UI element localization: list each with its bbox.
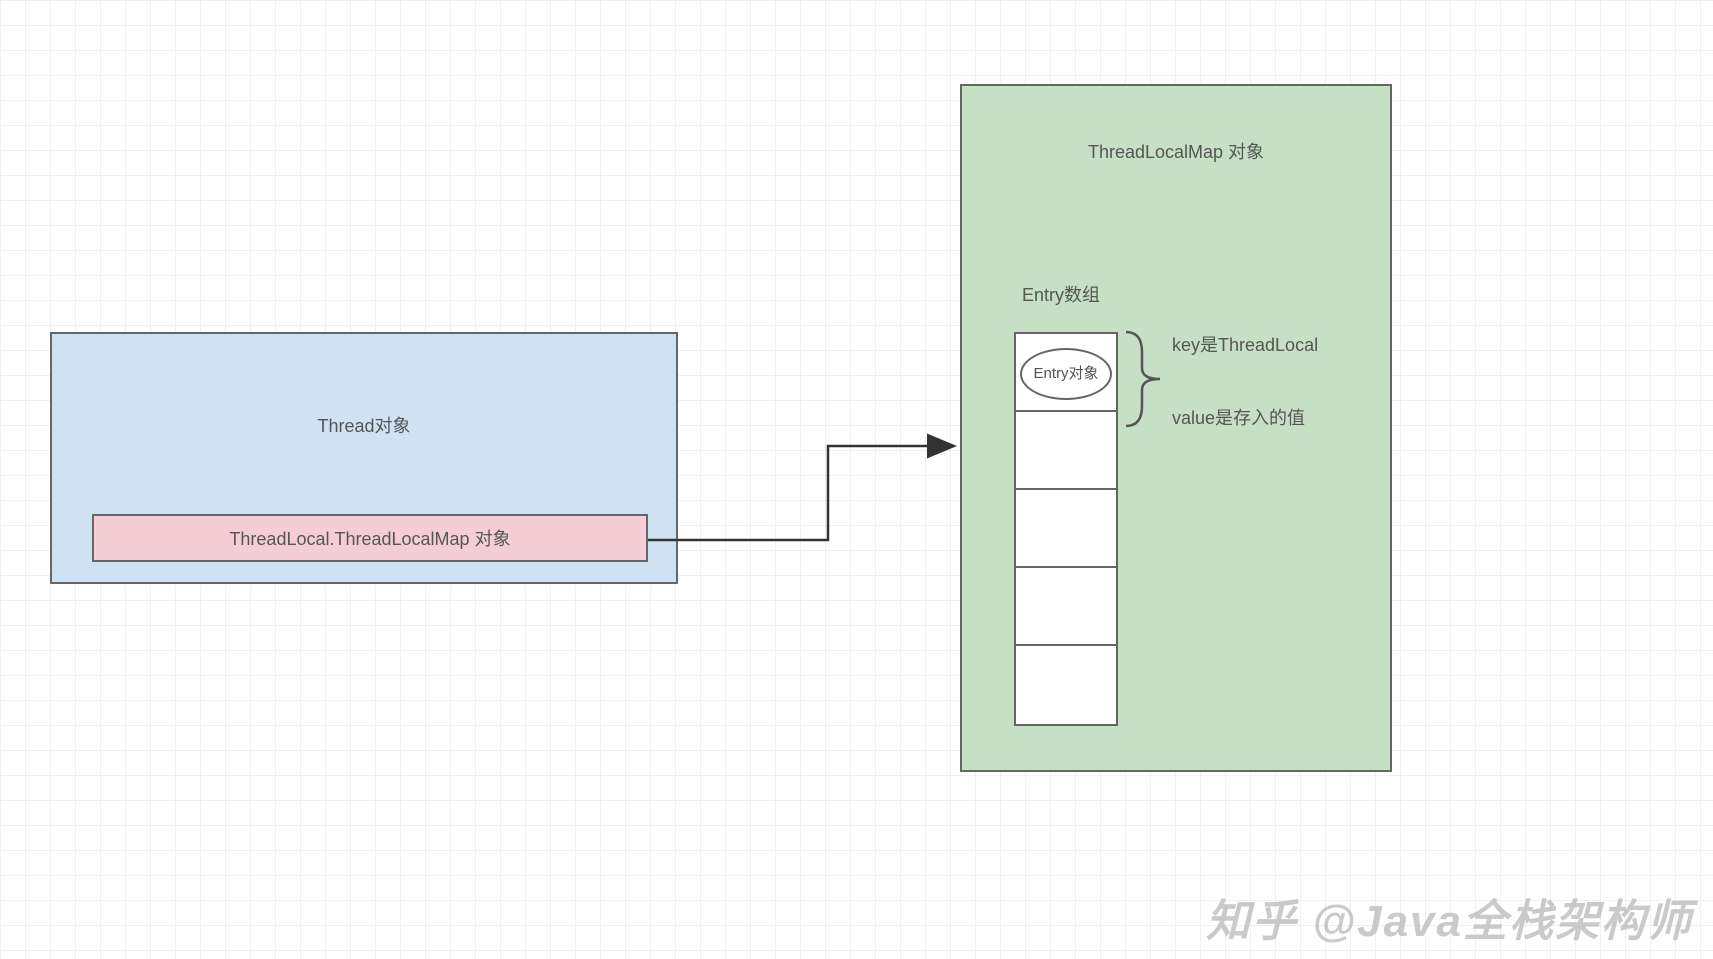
- entry-slot: [1016, 490, 1116, 568]
- thread-object-title: Thread对象: [52, 412, 676, 438]
- entry-array-table: Entry对象: [1014, 332, 1118, 726]
- threadlocalmap-object-box: ThreadLocalMap 对象 Entry数组 Entry对象 key是Th…: [960, 84, 1392, 772]
- entry-slot: Entry对象: [1016, 334, 1116, 412]
- entry-slot: [1016, 412, 1116, 490]
- entry-object-ellipse: Entry对象: [1020, 348, 1112, 400]
- threadlocalmap-title: ThreadLocalMap 对象: [962, 138, 1390, 164]
- key-description-label: key是ThreadLocal: [1172, 331, 1318, 357]
- value-description-label: value是存入的值: [1172, 404, 1305, 430]
- thread-object-box: Thread对象 ThreadLocal.ThreadLocalMap 对象: [50, 332, 678, 584]
- entry-array-label: Entry数组: [1022, 281, 1100, 307]
- curly-brace-icon: [1120, 330, 1170, 428]
- threadlocalmap-field-label: ThreadLocal.ThreadLocalMap 对象: [229, 525, 510, 551]
- entry-slot: [1016, 568, 1116, 646]
- entry-slot: [1016, 646, 1116, 724]
- threadlocalmap-field-box: ThreadLocal.ThreadLocalMap 对象: [92, 514, 648, 562]
- watermark-text: 知乎 @Java全栈架构师: [1206, 885, 1693, 949]
- entry-object-label: Entry对象: [1033, 365, 1098, 383]
